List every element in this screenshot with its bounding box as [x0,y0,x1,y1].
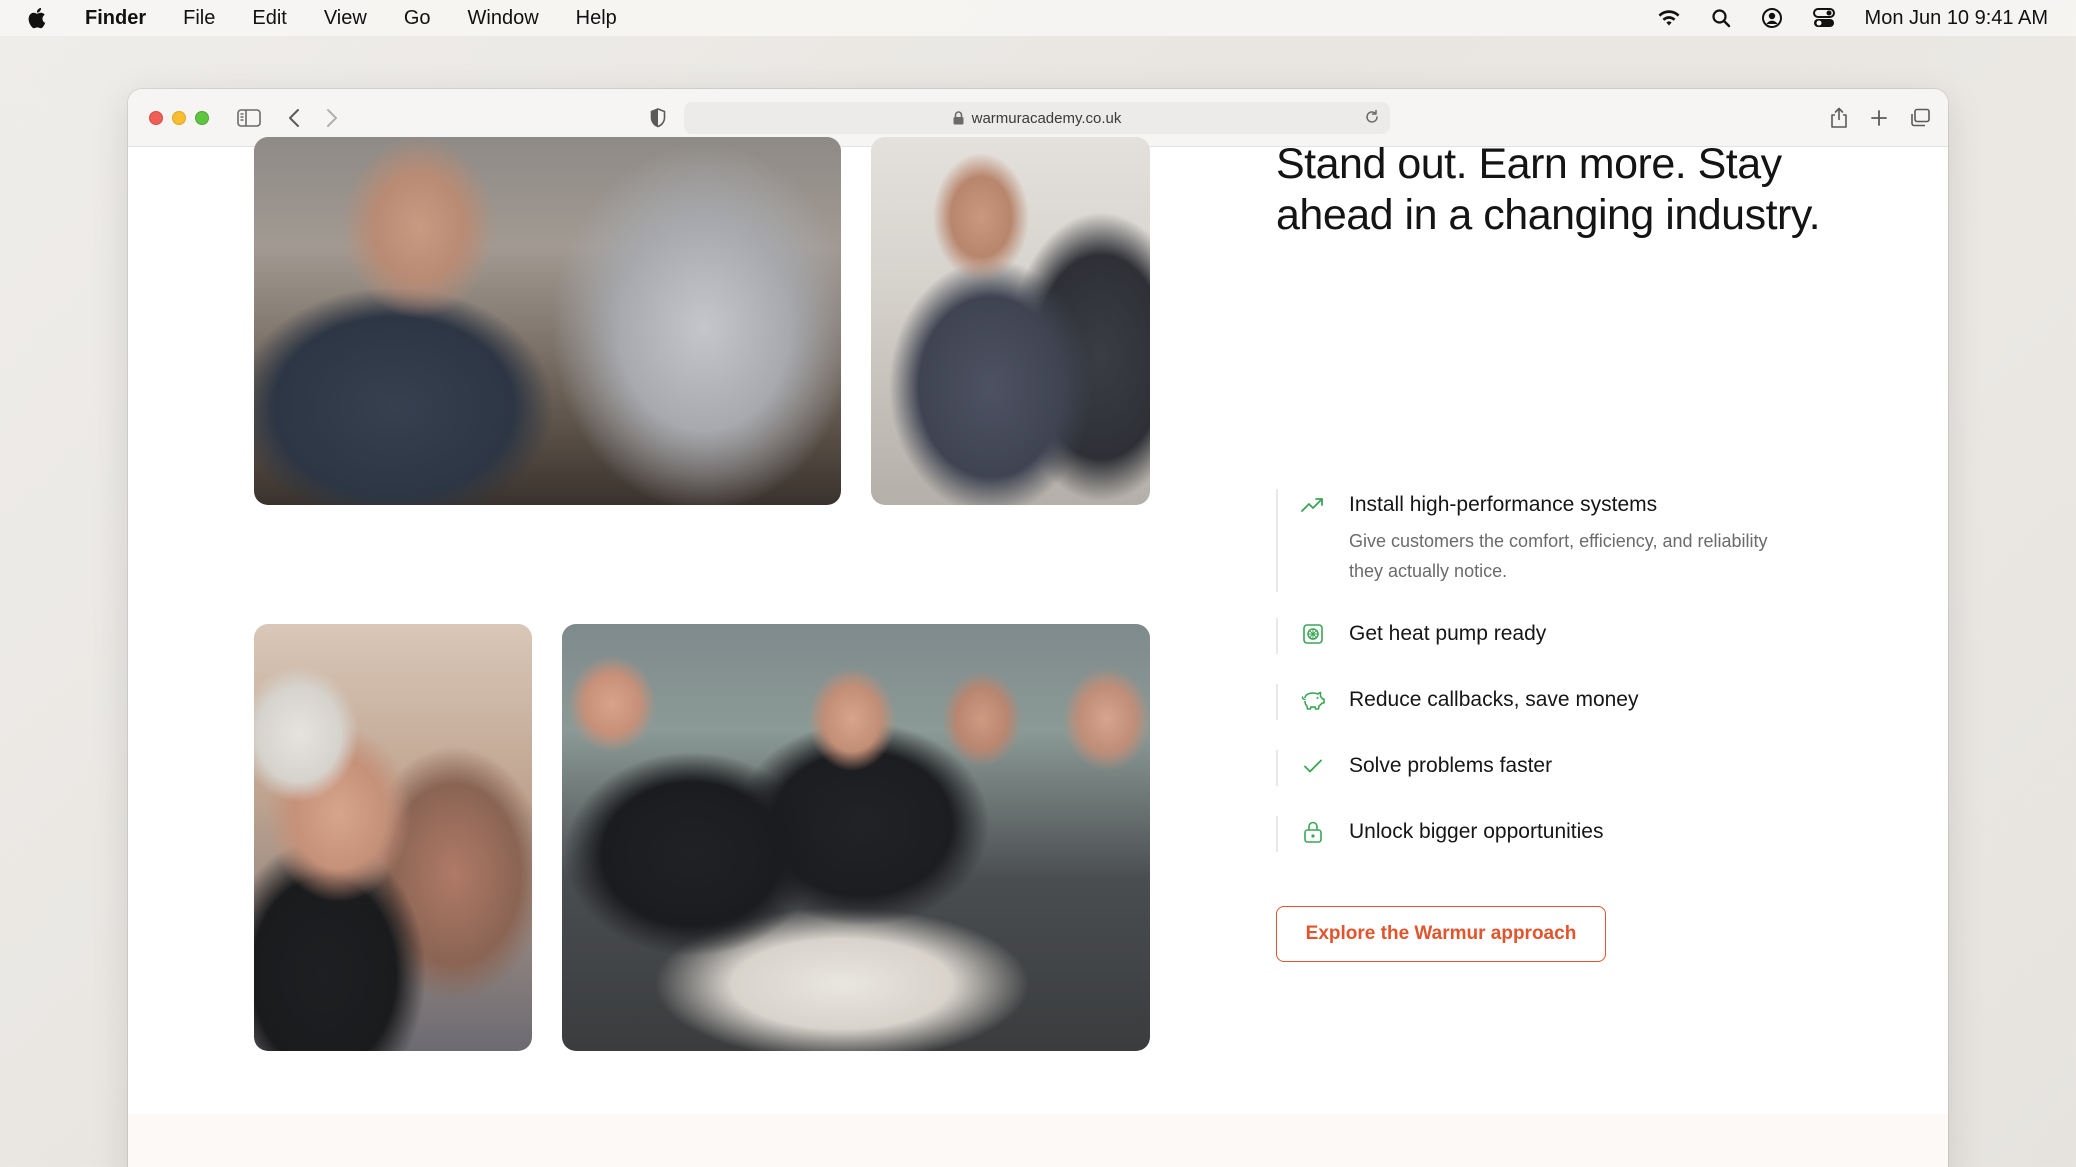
page-headline: Stand out. Earn more. Stay ahead in a ch… [1276,140,1821,239]
feature-title: Unlock bigger opportunities [1349,820,1604,843]
menu-bar: Finder File Edit View Go Window Help Mon… [0,0,2076,36]
new-tab-icon[interactable] [1868,103,1890,133]
explore-approach-button[interactable]: Explore the Warmur approach [1276,906,1606,962]
minimize-window-button[interactable] [172,111,186,125]
zoom-window-button[interactable] [195,111,209,125]
menu-edit[interactable]: Edit [252,7,286,30]
feature-item-heat-pump: Get heat pump ready [1276,618,1836,654]
close-window-button[interactable] [149,111,163,125]
sidebar-toggle-icon[interactable] [236,103,262,133]
browser-window: warmuracademy.co.uk Stand out. Earn more… [128,89,1948,1167]
back-icon[interactable] [284,103,304,133]
lock-icon [1301,820,1325,844]
privacy-shield-icon[interactable] [648,103,668,133]
feature-item-high-performance: Install high-performance systems Give cu… [1276,489,1836,592]
address-bar[interactable]: warmuracademy.co.uk [684,102,1390,134]
feature-title: Get heat pump ready [1349,622,1547,645]
user-icon[interactable] [1761,7,1783,29]
page-content: Stand out. Earn more. Stay ahead in a ch… [128,137,1948,1167]
feature-item-unlock-opportunities: Unlock bigger opportunities [1276,816,1836,852]
menu-view[interactable]: View [324,7,367,30]
next-section-band [128,1114,1948,1167]
check-icon [1301,754,1325,778]
trend-up-icon [1301,493,1325,517]
search-icon[interactable] [1711,8,1731,28]
training-photo-men-seated [254,137,841,505]
feature-title: Solve problems faster [1349,754,1553,777]
menu-go[interactable]: Go [404,7,431,30]
training-photo-man-smiling [871,137,1150,505]
wifi-icon[interactable] [1657,9,1681,27]
lock-icon [953,111,964,125]
control-center-icon[interactable] [1812,8,1835,28]
menu-file[interactable]: File [183,7,215,30]
window-controls [149,111,218,125]
feature-description: Give customers the comfort, efficiency, … [1349,531,1768,581]
feature-item-solve-faster: Solve problems faster [1276,750,1836,786]
feature-list: Install high-performance systems Give cu… [1276,489,1836,882]
apple-icon[interactable] [26,6,48,30]
heat-pump-icon [1301,622,1325,646]
menu-window[interactable]: Window [468,7,539,30]
piggy-bank-icon [1301,688,1325,712]
menu-clock[interactable]: Mon Jun 10 9:41 AM [1865,7,2048,30]
share-icon[interactable] [1828,103,1850,133]
feature-item-reduce-callbacks: Reduce callbacks, save money [1276,684,1836,720]
tab-overview-icon[interactable] [1908,103,1932,133]
training-photo-group-classroom [562,624,1150,1051]
forward-icon[interactable] [322,103,342,133]
feature-title: Reduce callbacks, save money [1349,688,1639,711]
menu-help[interactable]: Help [576,7,617,30]
url-text: warmuracademy.co.uk [971,109,1122,127]
training-photo-woman-listening [254,624,532,1051]
menu-app-name[interactable]: Finder [85,7,146,30]
reload-icon[interactable] [1364,109,1380,129]
feature-title: Install high-performance systems [1349,493,1658,516]
